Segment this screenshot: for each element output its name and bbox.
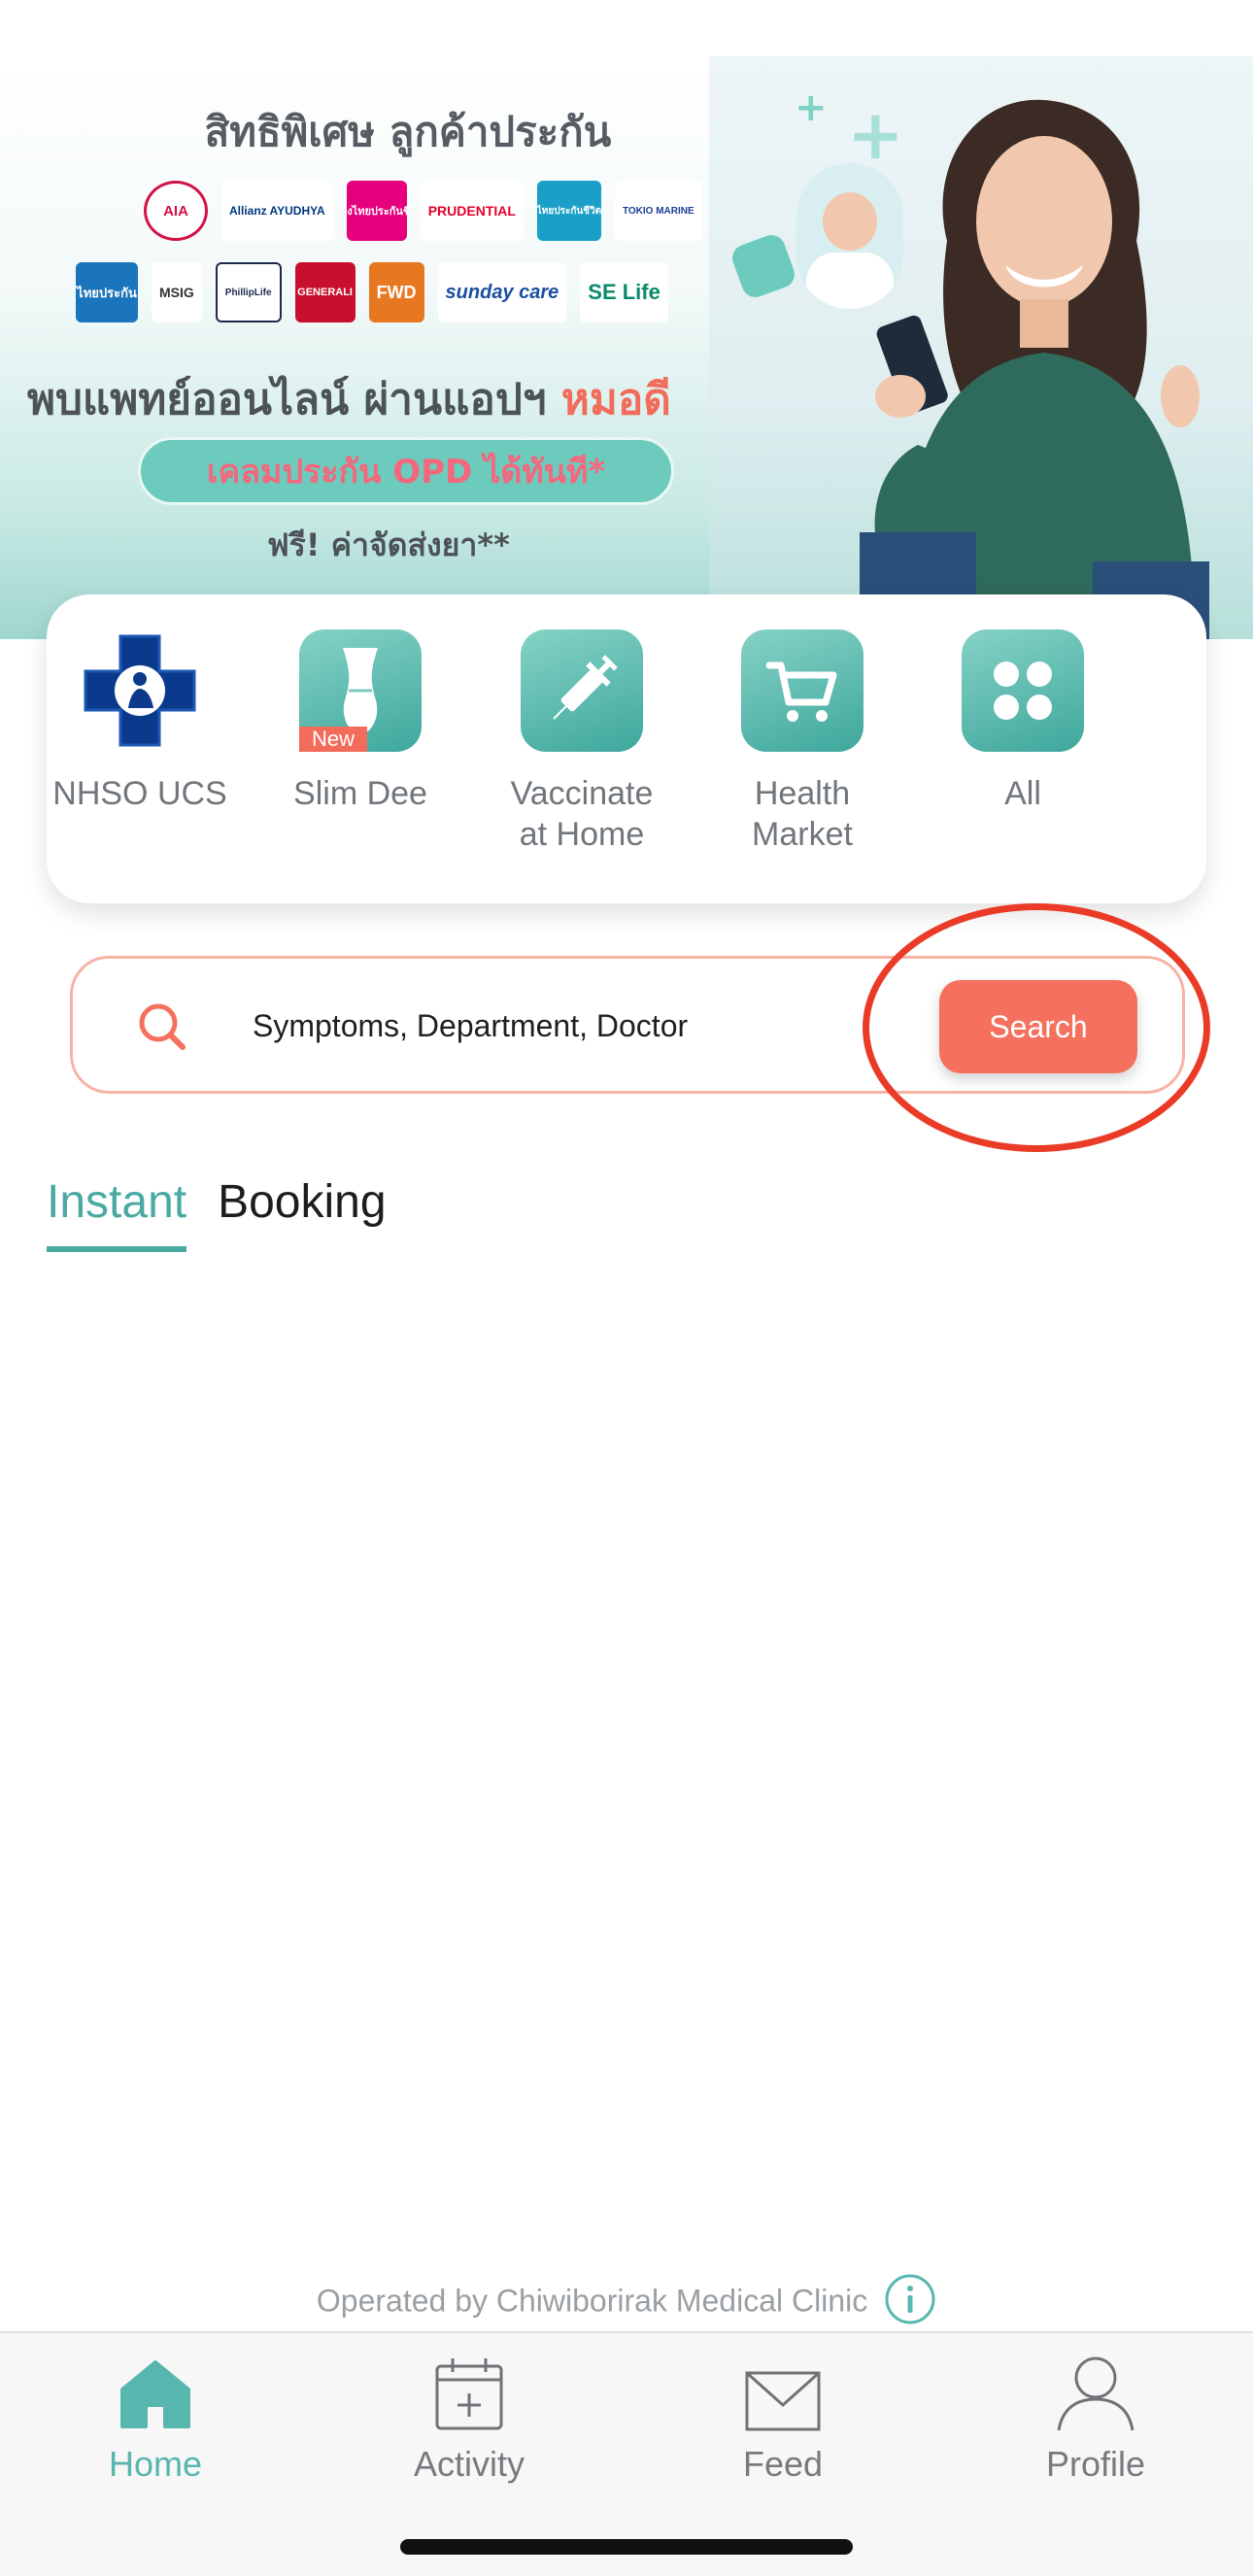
insurer-logo: SE Life <box>580 262 668 322</box>
nav-feed[interactable]: Feed <box>666 2343 899 2485</box>
banner-headline: พบแพทย์ออนไลน์ ผ่านแอปฯ หมอดี <box>27 365 671 433</box>
insurer-logo: AIA <box>144 181 208 241</box>
consult-type-tabs: Instant Booking <box>47 1175 387 1252</box>
nav-activity-label: Activity <box>413 2444 525 2484</box>
quick-item-health-market[interactable]: Health Market <box>695 629 909 855</box>
insurer-logo: PhillipLife <box>215 262 282 322</box>
search-icon <box>137 1001 187 1057</box>
nav-home-label: Home <box>108 2444 203 2484</box>
quick-item-label: Health Market <box>752 775 853 853</box>
banner-claim-pill: เคลมประกัน OPD ได้ทันที* <box>138 437 674 505</box>
banner-headline-brand: หมอดี <box>560 375 671 424</box>
nav-profile-label: Profile <box>1045 2444 1146 2484</box>
insurer-logo: TOKIO MARINE <box>614 181 702 241</box>
calendar-add-icon <box>353 2343 586 2432</box>
plus-decoration-icon: + <box>795 85 828 130</box>
quick-item-slim-dee[interactable]: New Slim Dee <box>254 629 467 814</box>
quick-item-label: Slim Dee <box>293 775 427 812</box>
mail-icon <box>666 2343 899 2432</box>
quick-item-all[interactable]: All <box>916 629 1130 814</box>
new-badge: New <box>299 727 367 752</box>
quick-menu-card: NHSO UCS New Slim Dee Vaccinate at Home … <box>47 594 1206 903</box>
nav-activity[interactable]: Activity <box>353 2343 586 2485</box>
quick-item-label: All <box>1004 775 1041 812</box>
user-icon <box>979 2343 1212 2432</box>
insurer-logo: GENERALI <box>294 262 356 322</box>
nav-home[interactable]: Home <box>39 2343 272 2485</box>
doctor-avatar-bubble <box>796 163 903 309</box>
quick-item-label: NHSO UCS <box>52 775 227 812</box>
search-button[interactable]: Search <box>939 980 1137 1073</box>
home-icon <box>39 2343 272 2432</box>
search-input[interactable] <box>253 1001 855 1050</box>
woman-with-phone-illustration <box>860 99 1209 639</box>
banner-headline-text: พบแพทย์ออนไลน์ ผ่านแอปฯ <box>27 375 561 424</box>
info-icon[interactable] <box>884 2273 936 2333</box>
quick-item-vaccinate-at-home[interactable]: Vaccinate at Home <box>475 629 689 855</box>
nhso-logo-icon <box>79 629 201 752</box>
quick-item-nhso-ucs[interactable]: NHSO UCS <box>33 629 247 814</box>
operated-by-note: Operated by Chiwiborirak Medical Clinic <box>0 2273 1253 2333</box>
grid-icon <box>962 629 1084 752</box>
insurer-logo: ไทยประกัน <box>76 262 138 322</box>
slim-body-icon: New <box>299 629 422 752</box>
syringe-icon <box>521 629 643 752</box>
search-bar: Search <box>70 956 1185 1094</box>
tab-instant[interactable]: Instant <box>47 1175 187 1252</box>
insurer-logo: ไทยประกันชีวิต <box>536 181 601 241</box>
operated-by-text: Operated by Chiwiborirak Medical Clinic <box>316 2283 868 2319</box>
cart-icon <box>741 629 864 752</box>
insurer-logos: AIA Allianz AYUDHYA เมืองไทยประกันชีวิต … <box>76 181 736 344</box>
promo-banner[interactable]: + + สิทธิพิเศษ ลูกค้าประกัน AIA Allianz … <box>0 56 1253 639</box>
home-indicator-bar[interactable] <box>400 2539 853 2555</box>
insurer-logo: sunday care <box>437 262 567 322</box>
insurer-logo: FWD <box>368 262 424 322</box>
insurer-logo: MSIG <box>152 262 202 322</box>
banner-subtext: ฟรี! ค่าจัดส่งยา** <box>267 526 510 563</box>
insurer-logo: PRUDENTIAL <box>420 181 524 241</box>
nav-feed-label: Feed <box>742 2444 824 2484</box>
tab-booking[interactable]: Booking <box>218 1175 386 1252</box>
quick-item-label: Vaccinate at Home <box>510 775 654 853</box>
home-screen: + + สิทธิพิเศษ ลูกค้าประกัน AIA Allianz … <box>0 0 1253 2576</box>
insurer-logo: Allianz AYUDHYA <box>221 181 333 241</box>
nav-profile[interactable]: Profile <box>979 2343 1212 2485</box>
banner-title: สิทธิพิเศษ ลูกค้าประกัน <box>204 108 612 155</box>
insurer-logo: เมืองไทยประกันชีวิต <box>346 181 407 241</box>
